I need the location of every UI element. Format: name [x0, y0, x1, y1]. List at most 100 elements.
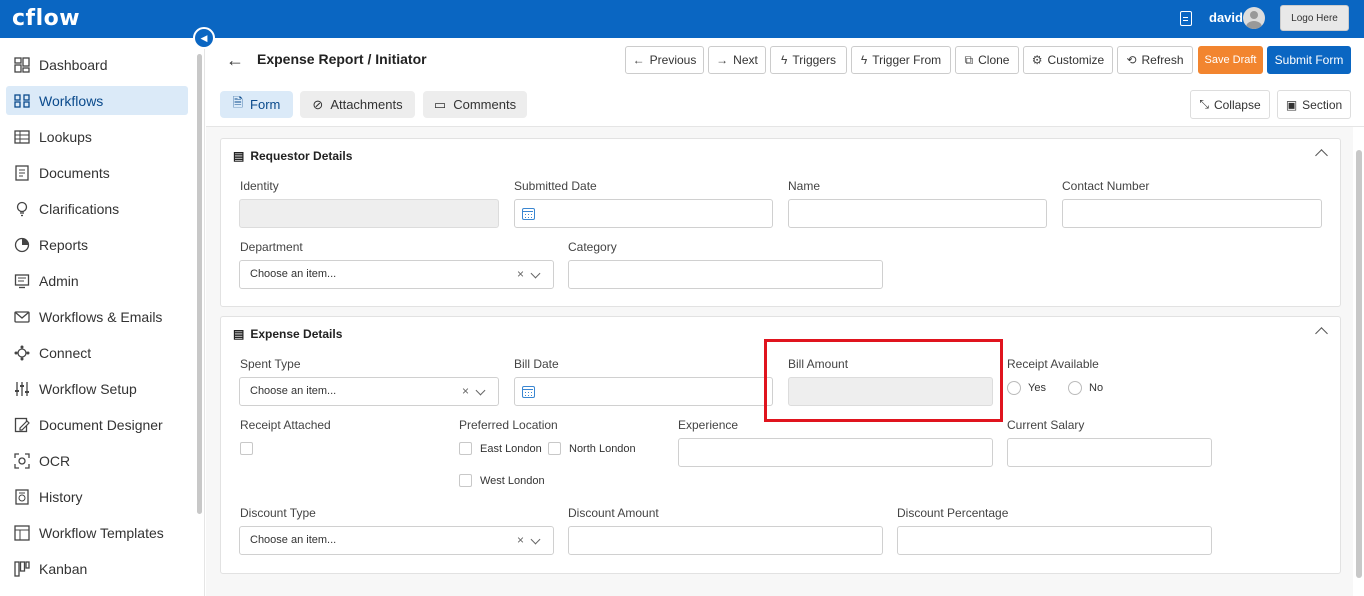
requestor-details-title: Requestor Details	[250, 149, 353, 163]
chevron-up-icon[interactable]	[1315, 149, 1328, 162]
receipt-no-radio[interactable]	[1068, 381, 1082, 395]
triggers-button[interactable]: ϟ Triggers	[770, 46, 847, 74]
expense-details-header[interactable]: ▤ Expense Details	[233, 327, 342, 341]
section-button[interactable]: ▣ Section	[1277, 90, 1351, 119]
cflow-logo[interactable]: cflow	[12, 6, 80, 31]
sidebar-item-admin[interactable]: Admin	[6, 266, 188, 295]
sidebar-item-label: Connect	[39, 344, 92, 361]
comment-icon: ▭	[433, 96, 447, 112]
sidebar-item-label: Clarifications	[39, 200, 120, 217]
receipt-no-label: No	[1089, 382, 1104, 394]
chevron-down-icon[interactable]	[530, 534, 541, 545]
tab-attachments-label: Attachments	[330, 97, 403, 112]
discount-type-selected: Choose an item...	[250, 534, 337, 546]
discount-percentage-field[interactable]	[897, 526, 1212, 555]
calendar-icon[interactable]	[522, 208, 535, 220]
chevron-down-icon[interactable]	[530, 268, 541, 279]
sidebar-item-ocr[interactable]: OCR	[6, 446, 188, 475]
company-logo-placeholder: Logo Here	[1280, 5, 1349, 31]
receipt-attached-checkbox[interactable]	[240, 442, 253, 455]
clear-icon[interactable]: ×	[462, 384, 469, 398]
previous-button[interactable]: ← Previous	[625, 46, 704, 74]
tab-comments[interactable]: ▭ Comments	[423, 91, 527, 118]
sidebar-item-workflow-templates[interactable]: Workflow Templates	[6, 518, 188, 547]
sidebar-item-clarifications[interactable]: Clarifications	[6, 194, 188, 223]
submitted-date-label: Submitted Date	[514, 179, 597, 193]
sidebar-item-connect[interactable]: Connect	[6, 338, 188, 367]
calendar-icon[interactable]	[522, 386, 535, 398]
sidebar-item-documents[interactable]: Documents	[6, 158, 188, 187]
save-draft-button[interactable]: Save Draft	[1198, 46, 1263, 74]
north-london-checkbox[interactable]	[548, 442, 561, 455]
trigger-from-button[interactable]: ϟ Trigger From	[851, 46, 951, 74]
avatar[interactable]	[1243, 7, 1265, 29]
tab-form[interactable]: 🗎 Form	[220, 91, 293, 118]
submitted-date-field[interactable]	[514, 199, 773, 228]
sidebar-collapse-toggle[interactable]: ◀	[193, 27, 215, 49]
clone-label: Clone	[978, 53, 1010, 67]
east-london-checkbox[interactable]	[459, 442, 472, 455]
requestor-details-header[interactable]: ▤ Requestor Details	[233, 149, 352, 163]
department-select[interactable]: Choose an item... ×	[239, 260, 554, 289]
refresh-button[interactable]: ⟲ Refresh	[1117, 46, 1193, 74]
spent-type-select[interactable]: Choose an item... ×	[239, 377, 499, 406]
next-button[interactable]: → Next	[708, 46, 766, 74]
back-arrow-icon[interactable]: ←	[226, 50, 244, 71]
sidebar-item-dashboard[interactable]: Dashboard	[6, 50, 188, 79]
submit-form-button[interactable]: Submit Form	[1267, 46, 1351, 74]
sidebar-item-history[interactable]: History	[6, 482, 188, 511]
dashboard-icon	[14, 56, 30, 73]
clone-button[interactable]: ⧉ Clone	[955, 46, 1019, 74]
clear-icon[interactable]: ×	[517, 267, 524, 281]
form-icon: 🗎	[232, 94, 244, 110]
section-icon: ▤	[233, 327, 245, 341]
edit-doc-icon	[14, 417, 30, 433]
sidebar-item-workflows-emails[interactable]: Workflows & Emails	[6, 302, 188, 331]
sidebar-item-workflow-setup[interactable]: Workflow Setup	[6, 374, 188, 403]
name-field[interactable]	[788, 199, 1047, 228]
discount-amount-field[interactable]	[568, 526, 883, 555]
west-london-checkbox[interactable]	[459, 474, 472, 487]
sidebar-item-label: Workflows & Emails	[39, 308, 163, 325]
sidebar-item-label: Admin	[39, 272, 79, 289]
sidebar-item-reports[interactable]: Reports	[6, 230, 188, 259]
next-label: Next	[733, 53, 758, 67]
experience-label: Experience	[678, 418, 739, 432]
sidebar-item-lookups[interactable]: Lookups	[6, 122, 188, 151]
table-icon	[14, 129, 30, 145]
previous-label: Previous	[649, 53, 697, 67]
category-field[interactable]	[568, 260, 883, 289]
identity-label: Identity	[240, 179, 279, 193]
experience-field[interactable]	[678, 438, 993, 467]
chevron-down-icon[interactable]	[475, 385, 486, 396]
north-london-label: North London	[569, 443, 636, 455]
content-scrollbar[interactable]	[1356, 150, 1362, 578]
tab-attachments[interactable]: ⊘ Attachments	[300, 91, 415, 118]
collapse-button[interactable]: ⤡ Collapse	[1190, 90, 1270, 119]
contact-number-field[interactable]	[1062, 199, 1322, 228]
sidebar-item-workflows[interactable]: Workflows	[6, 86, 188, 115]
sidebar-scrollbar[interactable]	[197, 54, 202, 514]
customize-button[interactable]: ⚙ Customize	[1023, 46, 1113, 74]
sidebar-item-kanban[interactable]: Kanban	[6, 554, 188, 583]
scan-icon	[14, 452, 30, 469]
bill-amount-highlight	[764, 339, 1003, 422]
sidebar-item-label: Kanban	[39, 560, 88, 577]
document-icon[interactable]	[1180, 11, 1192, 26]
bill-date-field[interactable]	[514, 377, 773, 406]
user-name[interactable]: david	[1209, 10, 1243, 25]
paperclip-icon: ⊘	[312, 96, 324, 112]
sidebar-item-label: Workflow Templates	[39, 524, 164, 541]
sidebar-item-label: Reports	[39, 236, 89, 253]
chevron-up-icon[interactable]	[1315, 327, 1328, 340]
sidebar-item-label: OCR	[39, 452, 71, 469]
admin-icon	[14, 273, 30, 289]
current-salary-field[interactable]	[1007, 438, 1212, 467]
template-icon	[14, 524, 30, 541]
discount-type-select[interactable]: Choose an item... ×	[239, 526, 554, 555]
sidebar-item-label: Documents	[39, 164, 110, 181]
sidebar-item-document-designer[interactable]: Document Designer	[6, 410, 188, 439]
receipt-yes-radio[interactable]	[1007, 381, 1021, 395]
clear-icon[interactable]: ×	[517, 533, 524, 547]
bill-date-label: Bill Date	[514, 357, 559, 371]
